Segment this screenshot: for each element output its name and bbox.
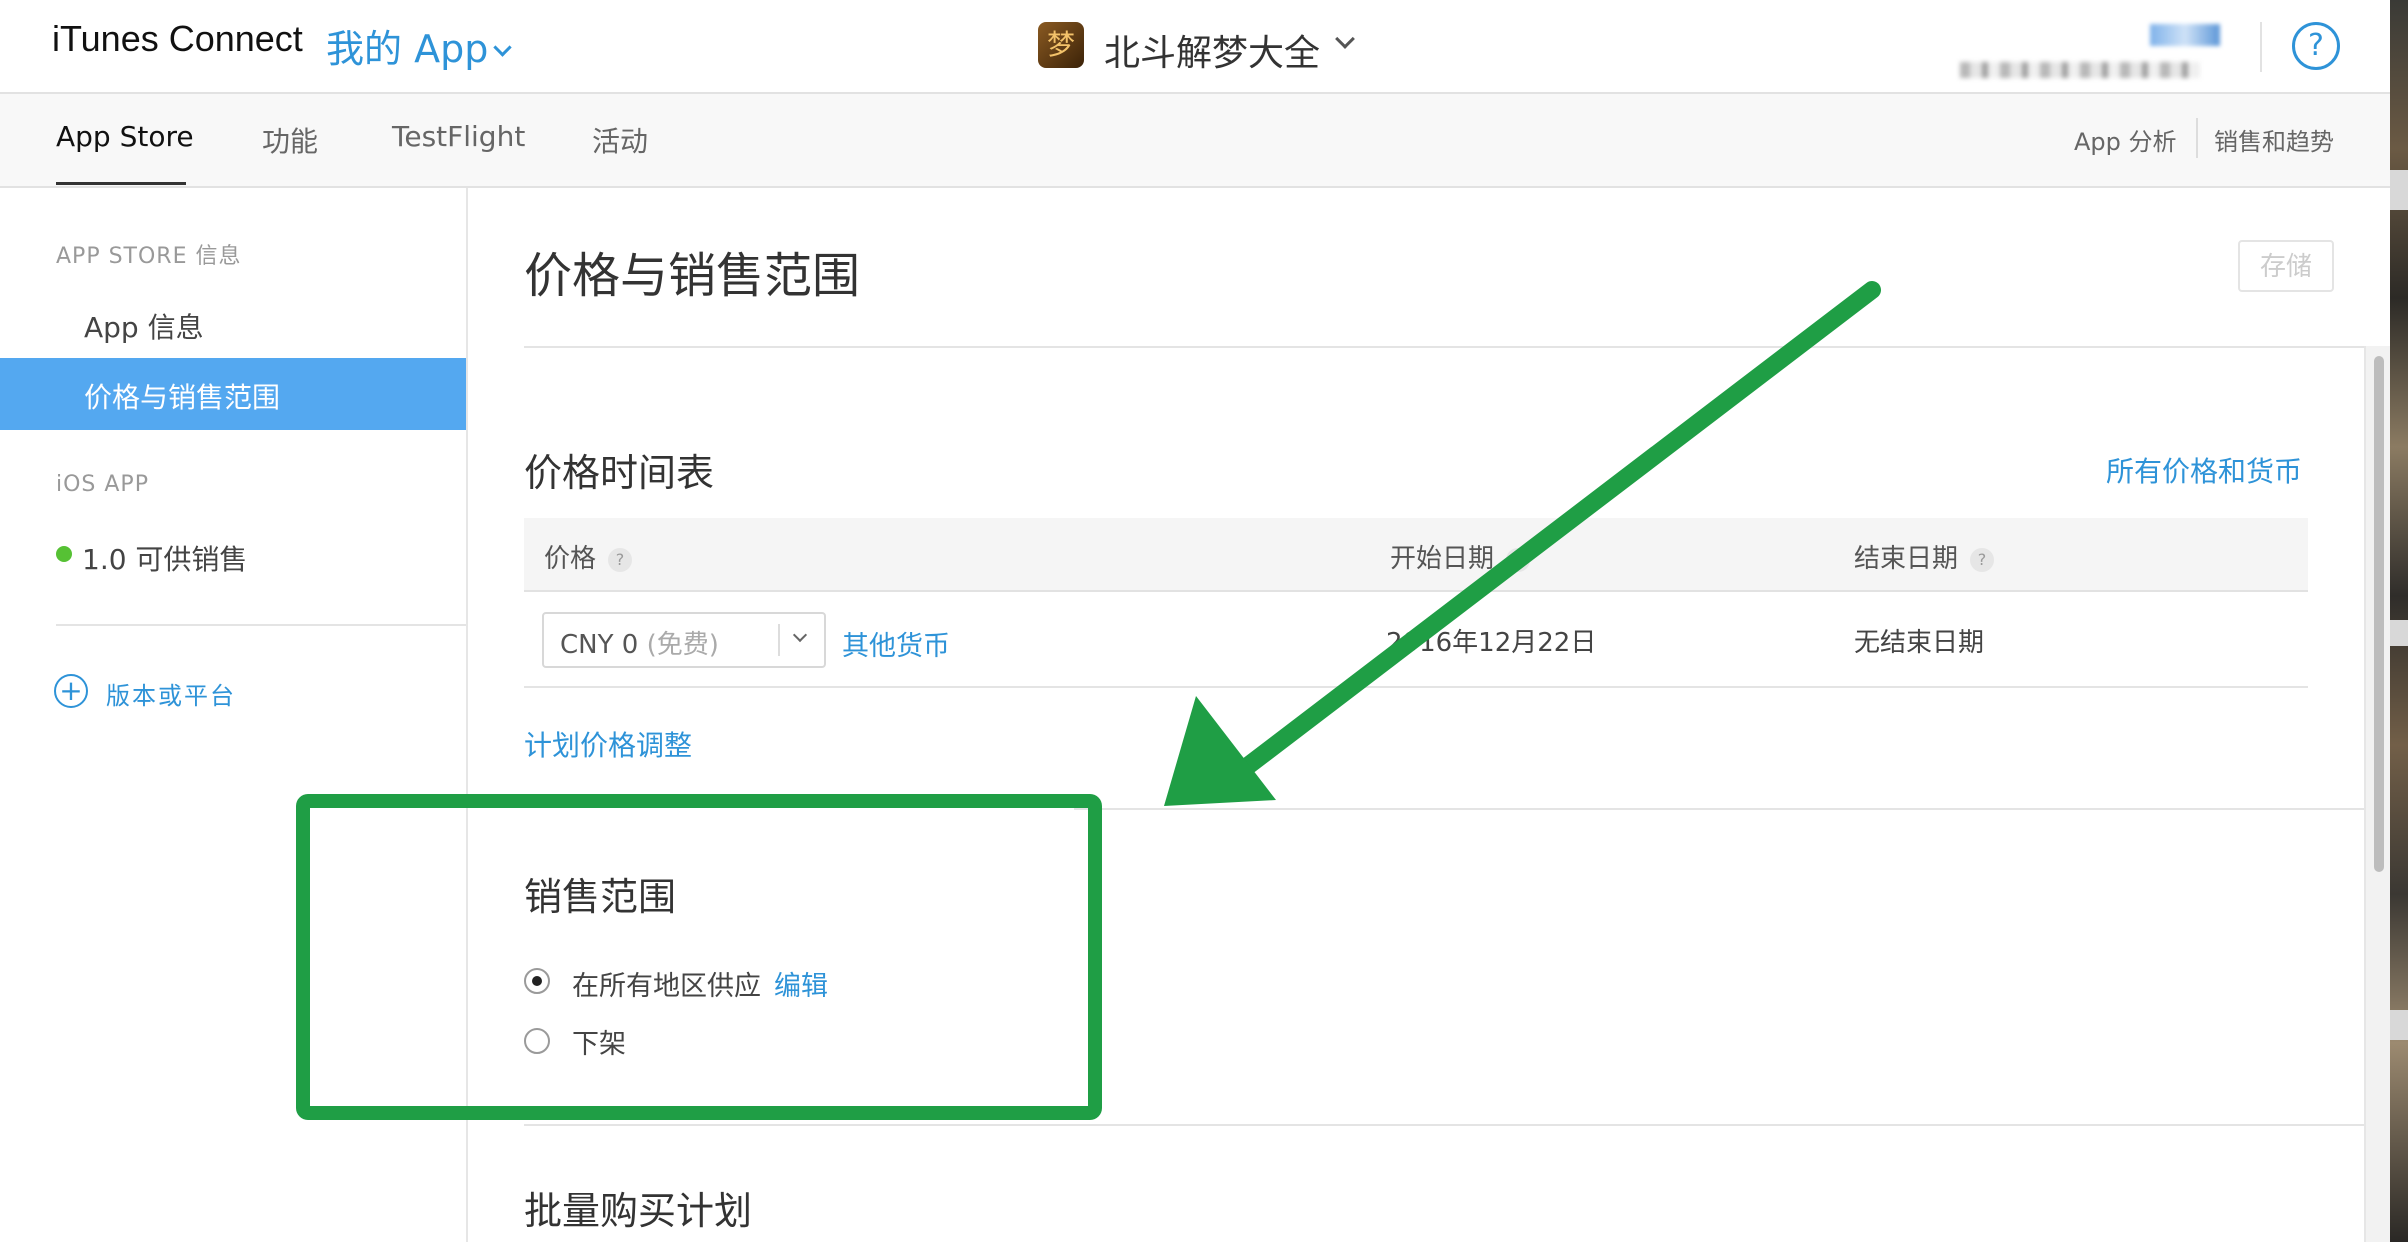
account-menu-blurred[interactable] xyxy=(1960,22,2240,82)
all-prices-currencies-link[interactable]: 所有价格和货币 xyxy=(2106,450,2302,490)
other-currency-link[interactable]: 其他货币 xyxy=(842,624,950,663)
nav-divider xyxy=(2196,118,2198,158)
help-icon[interactable]: ? xyxy=(1506,548,1531,572)
header-divider xyxy=(2260,22,2262,72)
column-header-end-date: 结束日期? xyxy=(1854,538,1995,575)
status-dot-icon xyxy=(56,546,72,562)
section-nav: App Store 功能 TestFlight 活动 App 分析 销售和趋势 xyxy=(0,94,2390,188)
title-divider xyxy=(524,346,2364,348)
column-header-start-date: 开始日期? xyxy=(1390,538,1531,575)
sidebar-divider xyxy=(56,624,466,626)
price-schedule-title: 价格时间表 xyxy=(524,451,715,495)
itunes-connect-logo[interactable]: iTunes Connect xyxy=(52,18,303,60)
section-divider xyxy=(524,1124,2364,1126)
section-divider xyxy=(1074,808,2364,810)
app-icon: 梦 xyxy=(1038,22,1084,68)
blurred-avatar xyxy=(2150,24,2220,46)
blurred-account-name xyxy=(1960,62,2200,78)
save-button[interactable]: 存储 xyxy=(2238,240,2334,292)
tab-testflight[interactable]: TestFlight xyxy=(392,120,525,153)
end-date-value: 无结束日期 xyxy=(1854,628,1985,658)
chevron-down-icon xyxy=(1335,29,1355,49)
sales-trends-link[interactable]: 销售和趋势 xyxy=(2214,122,2334,157)
scrollbar-thumb[interactable] xyxy=(2374,356,2384,872)
chevron-down-icon xyxy=(792,627,808,643)
active-tab-indicator xyxy=(56,182,186,185)
my-apps-menu[interactable]: 我的 App xyxy=(326,18,513,73)
help-icon[interactable]: ? xyxy=(2292,22,2340,70)
help-icon[interactable]: ? xyxy=(1970,548,1995,572)
sidebar-item-app-info[interactable]: App 信息 xyxy=(84,306,204,346)
top-header: iTunes Connect 我的 App 梦 北斗解梦大全 ? xyxy=(0,0,2390,94)
sidebar-item-version[interactable]: 1.0 可供销售 xyxy=(82,538,247,578)
annotation-highlight-box xyxy=(296,794,1102,1120)
app-name: 北斗解梦大全 xyxy=(1104,33,1321,74)
sidebar-section-ios-app: iOS APP xyxy=(56,472,149,497)
price-table-header: 价格? 开始日期? 结束日期? xyxy=(524,518,2308,592)
volume-purchase-title: 批量购买计划 xyxy=(524,1189,753,1233)
app-analytics-link[interactable]: App 分析 xyxy=(2074,122,2177,157)
price-tier-value: CNY 0 (免费) xyxy=(560,630,719,660)
sidebar-section-app-store: APP STORE 信息 xyxy=(56,244,242,269)
column-header-price: 价格? xyxy=(544,538,633,575)
desktop-background-edge xyxy=(2390,0,2408,1242)
my-apps-label: 我的 App xyxy=(326,27,489,71)
chevron-down-icon xyxy=(493,38,513,57)
add-version-label: 版本或平台 xyxy=(106,682,236,710)
plan-price-change-link[interactable]: 计划价格调整 xyxy=(524,724,692,764)
page-title: 价格与销售范围 xyxy=(524,248,861,304)
tab-activity[interactable]: 活动 xyxy=(592,120,648,160)
price-tier-select[interactable]: CNY 0 (免费) xyxy=(542,612,826,668)
help-icon[interactable]: ? xyxy=(608,548,633,572)
tab-app-store[interactable]: App Store xyxy=(56,120,194,153)
sidebar-item-pricing[interactable]: 价格与销售范围 xyxy=(0,358,466,430)
start-date-value: 2016年12月22日 xyxy=(1386,628,1597,658)
select-divider xyxy=(778,624,780,656)
plus-circle-icon: + xyxy=(54,674,88,708)
sidebar-item-label: 价格与销售范围 xyxy=(84,381,281,414)
tab-features[interactable]: 功能 xyxy=(262,120,318,160)
table-row-divider xyxy=(524,686,2308,688)
